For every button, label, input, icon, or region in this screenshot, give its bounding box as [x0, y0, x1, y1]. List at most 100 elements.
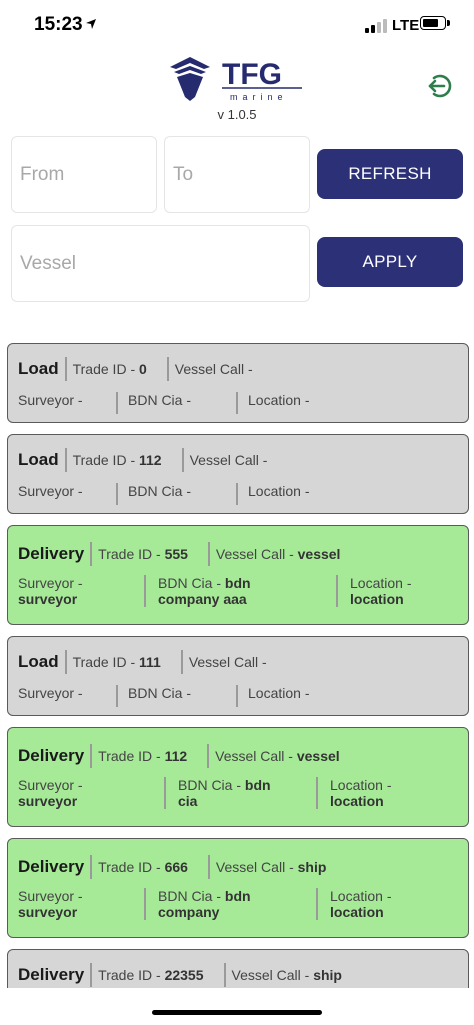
home-indicator[interactable] — [152, 1010, 322, 1015]
trade-card-details: Surveyor - surveyor BDN Cia - bdn company… — [18, 575, 458, 607]
trade-card-header: Load Trade ID - 0 Vessel Call - — [18, 356, 458, 382]
apply-button[interactable]: APPLY — [317, 237, 463, 287]
trade-type: Delivery — [18, 544, 85, 563]
vessel-call: Vessel Call - vessel — [215, 546, 341, 562]
location: Location - — [248, 392, 310, 408]
logout-icon[interactable] — [424, 70, 456, 102]
trade-type: Load — [18, 652, 59, 671]
divider — [236, 685, 238, 707]
divider — [207, 855, 210, 879]
vessel-placeholder: Vessel — [20, 252, 76, 274]
trade-card[interactable]: Load Trade ID - 112 Vessel Call - Surveyor… — [7, 434, 469, 514]
trade-card[interactable]: Delivery Trade ID - 666 Vessel Call - ship… — [7, 838, 469, 938]
status-time: 15:23 — [34, 14, 83, 35]
divider — [90, 855, 93, 879]
trade-card-header: Delivery Trade ID - 666 Vessel Call - ship — [18, 854, 458, 880]
surveyor: Surveyor - surveyor — [18, 777, 83, 809]
trade-card[interactable]: Delivery Trade ID - 112 Vessel Call - vess… — [7, 727, 469, 827]
trade-card[interactable]: Delivery Trade ID - 555 Vessel Call - vess… — [7, 525, 469, 625]
trade-type: Load — [18, 450, 59, 469]
divider — [64, 448, 67, 472]
vessel-call: Vessel Call - — [188, 654, 267, 670]
refresh-button[interactable]: REFRESH — [317, 149, 463, 199]
divider — [316, 777, 318, 809]
divider — [207, 542, 210, 566]
bdn-cia: BDN Cia - bdn company aaa — [158, 575, 251, 607]
logo-subtext: marine — [230, 92, 288, 102]
vessel-input[interactable]: Vessel — [11, 225, 310, 302]
status-bar: 15:23 LTE — [0, 0, 474, 50]
surveyor: Surveyor - surveyor — [18, 888, 83, 920]
location: Location - location — [330, 777, 392, 809]
surveyor: Surveyor - — [18, 685, 83, 701]
trade-id: Trade ID - 666 — [98, 859, 188, 875]
divider — [336, 575, 338, 607]
trade-type: Load — [18, 359, 59, 378]
trade-card-details: Surveyor - BDN Cia - Location - — [18, 392, 458, 414]
trade-card-details: Surveyor - surveyor BDN Cia - bdn cia Loca… — [18, 777, 458, 809]
divider — [236, 392, 238, 414]
bdn-cia: BDN Cia - bdn cia — [178, 777, 271, 809]
divider — [180, 650, 183, 674]
trade-card-details: Surveyor - surveyor BDN Cia - bdn company… — [18, 888, 458, 920]
location: Location - — [248, 685, 310, 701]
signal-icon — [365, 19, 387, 33]
bdn-cia: BDN Cia - — [128, 685, 192, 701]
vessel-call: Vessel Call - ship — [215, 859, 327, 875]
trade-card-details: Surveyor - BDN Cia - Location - — [18, 483, 458, 505]
divider — [116, 483, 118, 505]
surveyor: Surveyor - — [18, 392, 83, 408]
network-label: LTE — [392, 17, 420, 34]
divider — [164, 777, 166, 809]
to-placeholder: To — [173, 163, 194, 185]
trade-id: Trade ID - 0 — [72, 361, 147, 377]
trade-card[interactable]: Load Trade ID - 111 Vessel Call - Surveyor… — [7, 636, 469, 716]
divider — [90, 744, 93, 768]
location-arrow-icon — [86, 19, 96, 29]
battery-icon — [420, 16, 450, 30]
divider — [236, 483, 238, 505]
bdn-cia: BDN Cia - bdn company — [158, 888, 251, 920]
trade-card[interactable]: Load Trade ID - 0 Vessel Call - Surveyor -… — [7, 343, 469, 423]
trade-id: Trade ID - 111 — [72, 654, 161, 670]
app-version: v 1.0.5 — [217, 107, 257, 122]
vessel-call: Vessel Call - vessel — [215, 748, 340, 764]
trade-id: Trade ID - 112 — [72, 452, 162, 468]
trade-card-header: Delivery Trade ID - 112 Vessel Call - vess… — [18, 743, 458, 769]
trade-card-header: Load Trade ID - 111 Vessel Call - — [18, 649, 458, 675]
trade-card[interactable]: Delivery Trade ID - 22355 Vessel Call - sh… — [7, 949, 469, 988]
trade-type: Delivery — [18, 746, 85, 765]
vessel-call: Vessel Call - ship — [231, 967, 342, 983]
divider — [144, 575, 146, 607]
divider — [116, 392, 118, 414]
trade-type: Delivery — [18, 857, 85, 876]
trade-id: Trade ID - 112 — [98, 748, 188, 764]
trade-card-header: Load Trade ID - 112 Vessel Call - — [18, 447, 458, 473]
divider — [144, 888, 146, 920]
surveyor: Surveyor - — [18, 483, 83, 499]
divider — [181, 448, 184, 472]
location: Location - location — [330, 888, 392, 920]
divider — [166, 357, 169, 381]
location: Location - — [248, 483, 310, 499]
location: Location - location — [350, 575, 412, 607]
to-date-input[interactable]: To — [164, 136, 310, 213]
divider — [64, 650, 67, 674]
trade-id: Trade ID - 22355 — [98, 967, 204, 983]
logo-text: TFG — [222, 58, 282, 91]
bdn-cia: BDN Cia - — [128, 392, 192, 408]
divider — [223, 963, 226, 987]
from-date-input[interactable]: From — [11, 136, 157, 213]
divider — [316, 888, 318, 920]
trade-list[interactable]: Load Trade ID - 0 Vessel Call - Surveyor -… — [7, 343, 469, 988]
trade-card-header: Delivery Trade ID - 22355 Vessel Call - sh… — [18, 962, 458, 988]
divider — [207, 744, 210, 768]
trade-card-header: Delivery Trade ID - 555 Vessel Call - vess… — [18, 541, 458, 567]
vessel-call: Vessel Call - — [174, 361, 253, 377]
surveyor: Surveyor - surveyor — [18, 575, 83, 607]
trade-type: Delivery — [18, 965, 85, 984]
divider — [64, 357, 67, 381]
tfg-marine-logo: TFG marine — [170, 57, 302, 102]
trade-id: Trade ID - 555 — [98, 546, 188, 562]
divider — [90, 963, 93, 987]
